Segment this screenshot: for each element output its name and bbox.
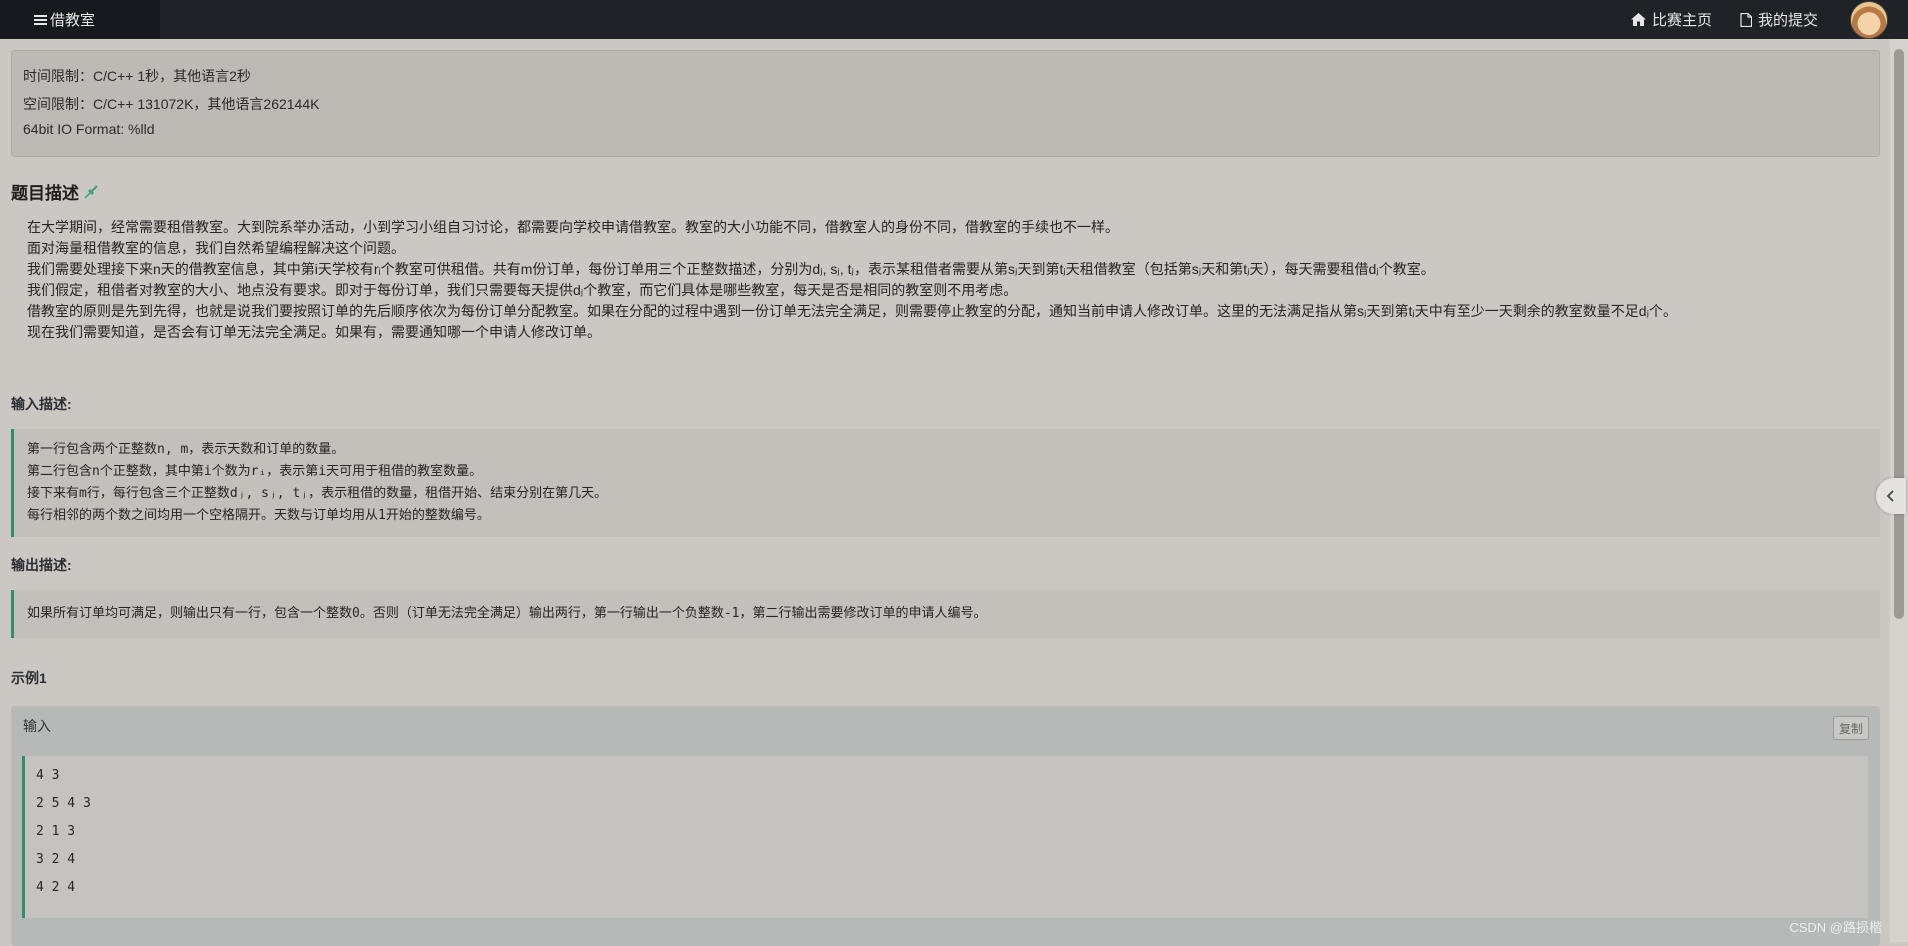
input-desc-box: 第一行包含两个正整数n, m，表示天数和订单的数量。 第二行包含n个正整数，其中… [11,429,1880,537]
watermark: CSDN @路损楷 [1789,917,1882,936]
description-title: 题目描述 [11,179,79,204]
io-format: 64bit IO Format: %lld [23,121,155,137]
output-desc-box: 如果所有订单均可满足，则输出只有一行，包含一个整数0。否则（订单无法完全满足）输… [11,590,1880,638]
list-icon [34,14,47,25]
my-submissions-label: 我的提交 [1758,9,1818,30]
home-icon [1631,13,1646,26]
top-navbar: 借教室 比赛主页 我的提交 [0,0,1908,39]
avatar[interactable] [1850,1,1888,39]
code-line: 4 2 4 [36,878,1868,906]
code-line: 2 5 4 3 [36,794,1868,822]
nav-right: 比赛主页 我的提交 [1631,0,1908,39]
input-desc-title: 输入描述: [11,394,72,414]
example-input-label: 输入 [23,716,51,736]
output-desc-line: 如果所有订单均可满足，则输出只有一行，包含一个整数0。否则（订单无法完全满足）输… [27,603,1880,625]
brand-label: 借教室 [50,9,95,30]
example-title: 示例1 [11,668,47,688]
problem-description: 在大学期间，经常需要租借教室。大到院系举办活动，小到学习小组自习讨论，都需要向学… [27,217,1877,343]
time-limit: 时间限制：C/C++ 1秒，其他语言2秒 [23,66,251,86]
file-icon [1740,13,1752,27]
description-heading: 题目描述 [11,179,98,204]
scrollbar-thumb[interactable] [1894,49,1904,619]
description-paragraph: 在大学期间，经常需要租借教室。大到院系举办活动，小到学习小组自习讨论，都需要向学… [27,217,1877,238]
description-paragraph: 借教室的原则是先到先得，也就是说我们要按照订单的先后顺序依次为每份订单分配教室。… [27,301,1877,322]
code-line: 2 1 3 [36,822,1868,850]
contest-home-label: 比赛主页 [1652,9,1712,30]
limits-panel: 时间限制：C/C++ 1秒，其他语言2秒 空间限制：C/C++ 131072K，… [11,50,1880,157]
space-limit: 空间限制：C/C++ 131072K，其他语言262144K [23,94,319,114]
input-desc-line: 第二行包含n个正整数，其中第i个数为rᵢ，表示第i天可用于租借的教室数量。 [27,461,1880,483]
input-desc-line: 每行相邻的两个数之间均用一个空格隔开。天数与订单均用从1开始的整数编号。 [27,505,1880,527]
chevron-left-icon [1886,490,1896,502]
my-submissions-link[interactable]: 我的提交 [1740,9,1818,30]
pin-icon [84,185,98,199]
output-desc-title: 输出描述: [11,555,72,575]
description-paragraph: 我们需要处理接下来n天的借教室信息，其中第i天学校有rᵢ个教室可供租借。共有m份… [27,259,1877,280]
side-panel-toggle[interactable] [1876,478,1906,514]
contest-home-link[interactable]: 比赛主页 [1631,9,1712,30]
problem-content: 时间限制：C/C++ 1秒，其他语言2秒 空间限制：C/C++ 131072K，… [0,39,1890,942]
copy-button[interactable]: 复制 [1833,716,1869,740]
input-desc-line: 接下来有m行，每行包含三个正整数dⱼ, sⱼ, tⱼ，表示租借的数量，租借开始、… [27,483,1880,505]
description-paragraph: 现在我们需要知道，是否会有订单无法完全满足。如果有，需要通知哪一个申请人修改订单… [27,322,1877,343]
description-paragraph: 我们假定，租借者对教室的大小、地点没有要求。即对于每份订单，我们只需要每天提供d… [27,280,1877,301]
brand-link[interactable]: 借教室 [0,0,160,39]
input-desc-line: 第一行包含两个正整数n, m，表示天数和订单的数量。 [27,439,1880,461]
example-box: 输入 复制 4 3 2 5 4 3 2 1 3 3 2 4 4 2 4 [11,706,1880,946]
description-paragraph: 面对海量租借教室的信息，我们自然希望编程解决这个问题。 [27,238,1877,259]
example-input-code[interactable]: 4 3 2 5 4 3 2 1 3 3 2 4 4 2 4 [22,756,1868,918]
code-line: 3 2 4 [36,850,1868,878]
code-line: 4 3 [36,766,1868,794]
